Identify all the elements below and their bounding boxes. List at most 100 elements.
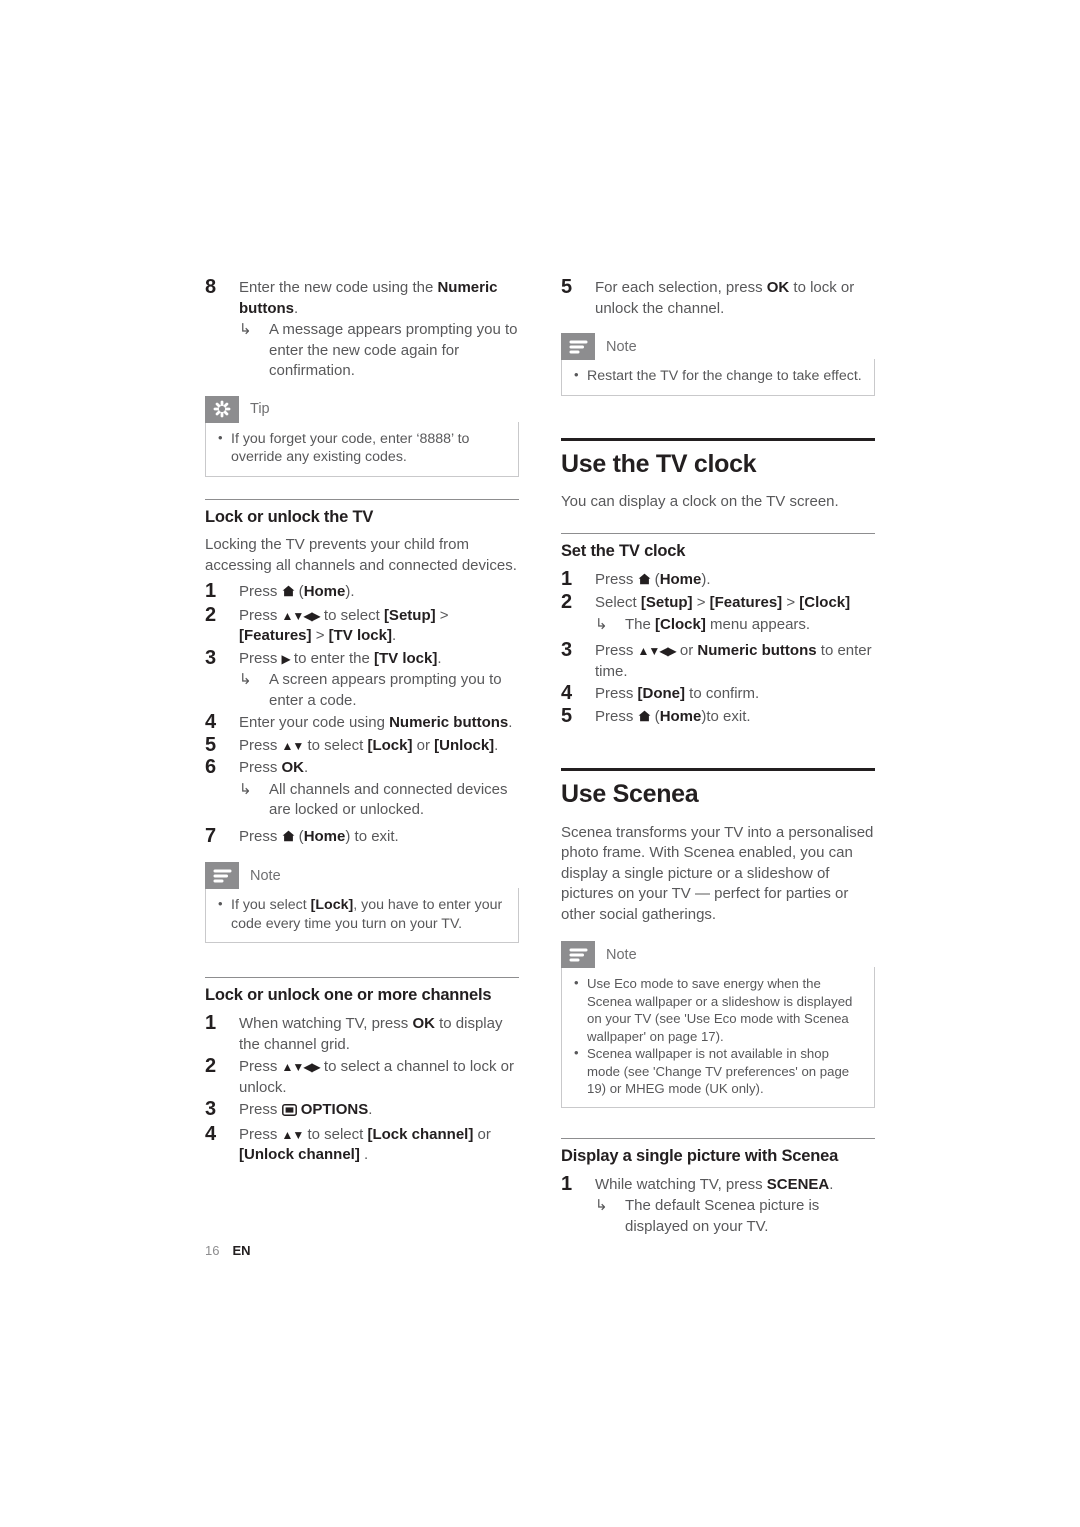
step-text-part: >: [311, 627, 329, 645]
right-column: 5 For each selection, press OK to lock o…: [561, 276, 875, 1239]
callout-bullet: Use Eco mode to save energy when the Sce…: [572, 974, 864, 1045]
step-text-part: to select: [303, 1125, 368, 1143]
step-number: 5: [205, 733, 217, 756]
step-list-change-code: 8 Enter the new code using the Numeric b…: [205, 276, 519, 382]
step-number: 8: [205, 276, 217, 298]
step-text-bold: OK: [766, 279, 790, 296]
step-text-part: Press: [239, 1125, 282, 1143]
step-number: 3: [561, 639, 573, 662]
step-text-bold: Numeric buttons: [389, 714, 509, 732]
step-list-single-picture: 1 While watching TV, press SCENEA. ↳ The …: [561, 1172, 875, 1238]
callout-bullet: If you select [Lock], you have to enter …: [216, 895, 508, 933]
heading-text: Display a single picture with Scenea: [561, 1146, 839, 1165]
step-text-part: .: [304, 759, 309, 777]
step-text-bold: Home: [303, 583, 346, 601]
step-text-part: >: [692, 594, 710, 612]
step-number: 4: [205, 1122, 217, 1145]
callout-header: Note: [561, 333, 875, 360]
step-text-part: Press: [239, 606, 282, 624]
menu-path-item: [Lock channel]: [367, 1125, 474, 1143]
heading-rule: [205, 498, 519, 500]
menu-path-item: [Unlock]: [434, 736, 495, 754]
step-number: 5: [561, 704, 573, 727]
step-number: 4: [561, 682, 573, 705]
step-text-bold: OK: [281, 759, 305, 777]
section-intro: Locking the TV prevents your child from …: [205, 536, 517, 574]
step-text-part: .: [829, 1175, 834, 1193]
hooked-arrow-icon: ↳: [595, 615, 608, 633]
step-text-part: .: [293, 299, 299, 317]
hooked-arrow-icon: ↳: [239, 780, 252, 798]
step-text-part: Press: [239, 649, 282, 667]
heading-rule: [561, 437, 875, 441]
step-item: 5 Press (Home)to exit.: [561, 704, 875, 729]
step-text-bold: OK: [412, 1015, 435, 1033]
step-text: Press ▲▼◀▶ or Numeric buttons to enter t…: [595, 641, 875, 682]
home-icon: [282, 583, 295, 604]
note-icon: [561, 333, 595, 360]
step-item: 2 Press ▲▼◀▶ to select [Setup] > [Featur…: [205, 603, 519, 647]
step-item: 3 Press ▲▼◀▶ or Numeric buttons to enter…: [561, 639, 875, 682]
step-text-part: .: [508, 714, 513, 732]
step-item: 8 Enter the new code using the Numeric b…: [205, 276, 519, 382]
section-heading-lock-channels: Lock or unlock one or more channels: [205, 977, 519, 1006]
step-text: Select [Setup] > [Features] > [Clock]: [595, 593, 875, 614]
step-text-part: to select: [303, 736, 368, 754]
callout-bullet-list: If you select [Lock], you have to enter …: [216, 895, 508, 933]
step-text-part: ).: [345, 583, 355, 601]
step-number: 1: [205, 1012, 217, 1035]
step-list-continued: 5 For each selection, press OK to lock o…: [561, 276, 875, 319]
four-direction-arrows-icon: ▲▼◀▶: [281, 1060, 321, 1075]
callout-title: Note: [606, 338, 637, 355]
step-text-bold: Home: [303, 827, 346, 845]
step-number: 6: [205, 756, 217, 779]
step-item: 4 Press [Done] to confirm.: [561, 682, 875, 705]
menu-path-item: [Lock]: [310, 897, 354, 914]
menu-path-item: [Setup]: [640, 594, 693, 612]
heading-text: Lock or unlock one or more channels: [205, 986, 492, 1005]
step-text-part: Press: [239, 736, 282, 754]
step-item: 5 For each selection, press OK to lock o…: [561, 276, 875, 319]
heading-text: Set the TV clock: [561, 541, 686, 560]
step-text-bold: Home: [659, 570, 702, 588]
step-text-part: Press: [239, 583, 282, 601]
step-text-part: Press: [239, 1058, 282, 1076]
callout-bullet: If you forget your code, enter ‘8888’ to…: [216, 429, 508, 467]
step-text: For each selection, press OK to lock or …: [595, 278, 875, 319]
step-number: 2: [205, 603, 217, 626]
section-heading-lock-tv: Lock or unlock the TV: [205, 498, 519, 528]
section-heading-single-picture: Display a single picture with Scenea: [561, 1137, 875, 1167]
menu-path-item: [Lock]: [367, 736, 413, 754]
step-text-part: Press: [595, 707, 638, 725]
note-callout-restart: Note Restart the TV for the change to ta…: [561, 333, 875, 396]
step-result-text: The default Scenea picture is displayed …: [625, 1197, 820, 1235]
step-text-part: Press: [239, 759, 282, 777]
step-text: Press OK.: [239, 758, 519, 779]
step-number: 3: [205, 646, 217, 669]
step-text-bold: SCENEA: [766, 1175, 830, 1193]
step-text-part: While watching TV, press: [595, 1175, 767, 1193]
callout-header: Note: [561, 941, 875, 969]
heading-text: Use the TV clock: [561, 449, 757, 478]
step-text: Press [Done] to confirm.: [595, 684, 875, 705]
step-text-part: Enter your code using: [239, 714, 390, 732]
step-text: Press ▲▼ to select [Lock channel] or [Un…: [239, 1125, 519, 1166]
step-text: Press (Home).: [595, 570, 875, 592]
up-down-arrows-icon: ▲▼: [281, 738, 305, 753]
step-text-part: .: [359, 1146, 369, 1164]
step-text: Press ▲▼ to select [Lock] or [Unlock].: [239, 736, 519, 757]
step-number: 4: [205, 711, 217, 734]
step-text-part: Press: [595, 642, 638, 660]
step-item: 7 Press (Home) to exit.: [205, 825, 519, 849]
home-icon: [638, 708, 651, 729]
step-item: 4 Enter your code using Numeric buttons.: [205, 711, 519, 734]
step-result: ↳ The [Clock] menu appears.: [595, 615, 875, 636]
callout-body: If you select [Lock], you have to enter …: [205, 888, 519, 944]
step-number: 3: [205, 1098, 217, 1121]
tip-icon: [205, 395, 239, 423]
note-callout-lock: Note If you select [Lock], you have to e…: [205, 862, 519, 944]
home-icon: [638, 571, 651, 592]
step-result-text: The: [625, 615, 656, 633]
step-number: 1: [561, 1172, 573, 1195]
four-direction-arrows-icon: ▲▼◀▶: [637, 644, 677, 659]
